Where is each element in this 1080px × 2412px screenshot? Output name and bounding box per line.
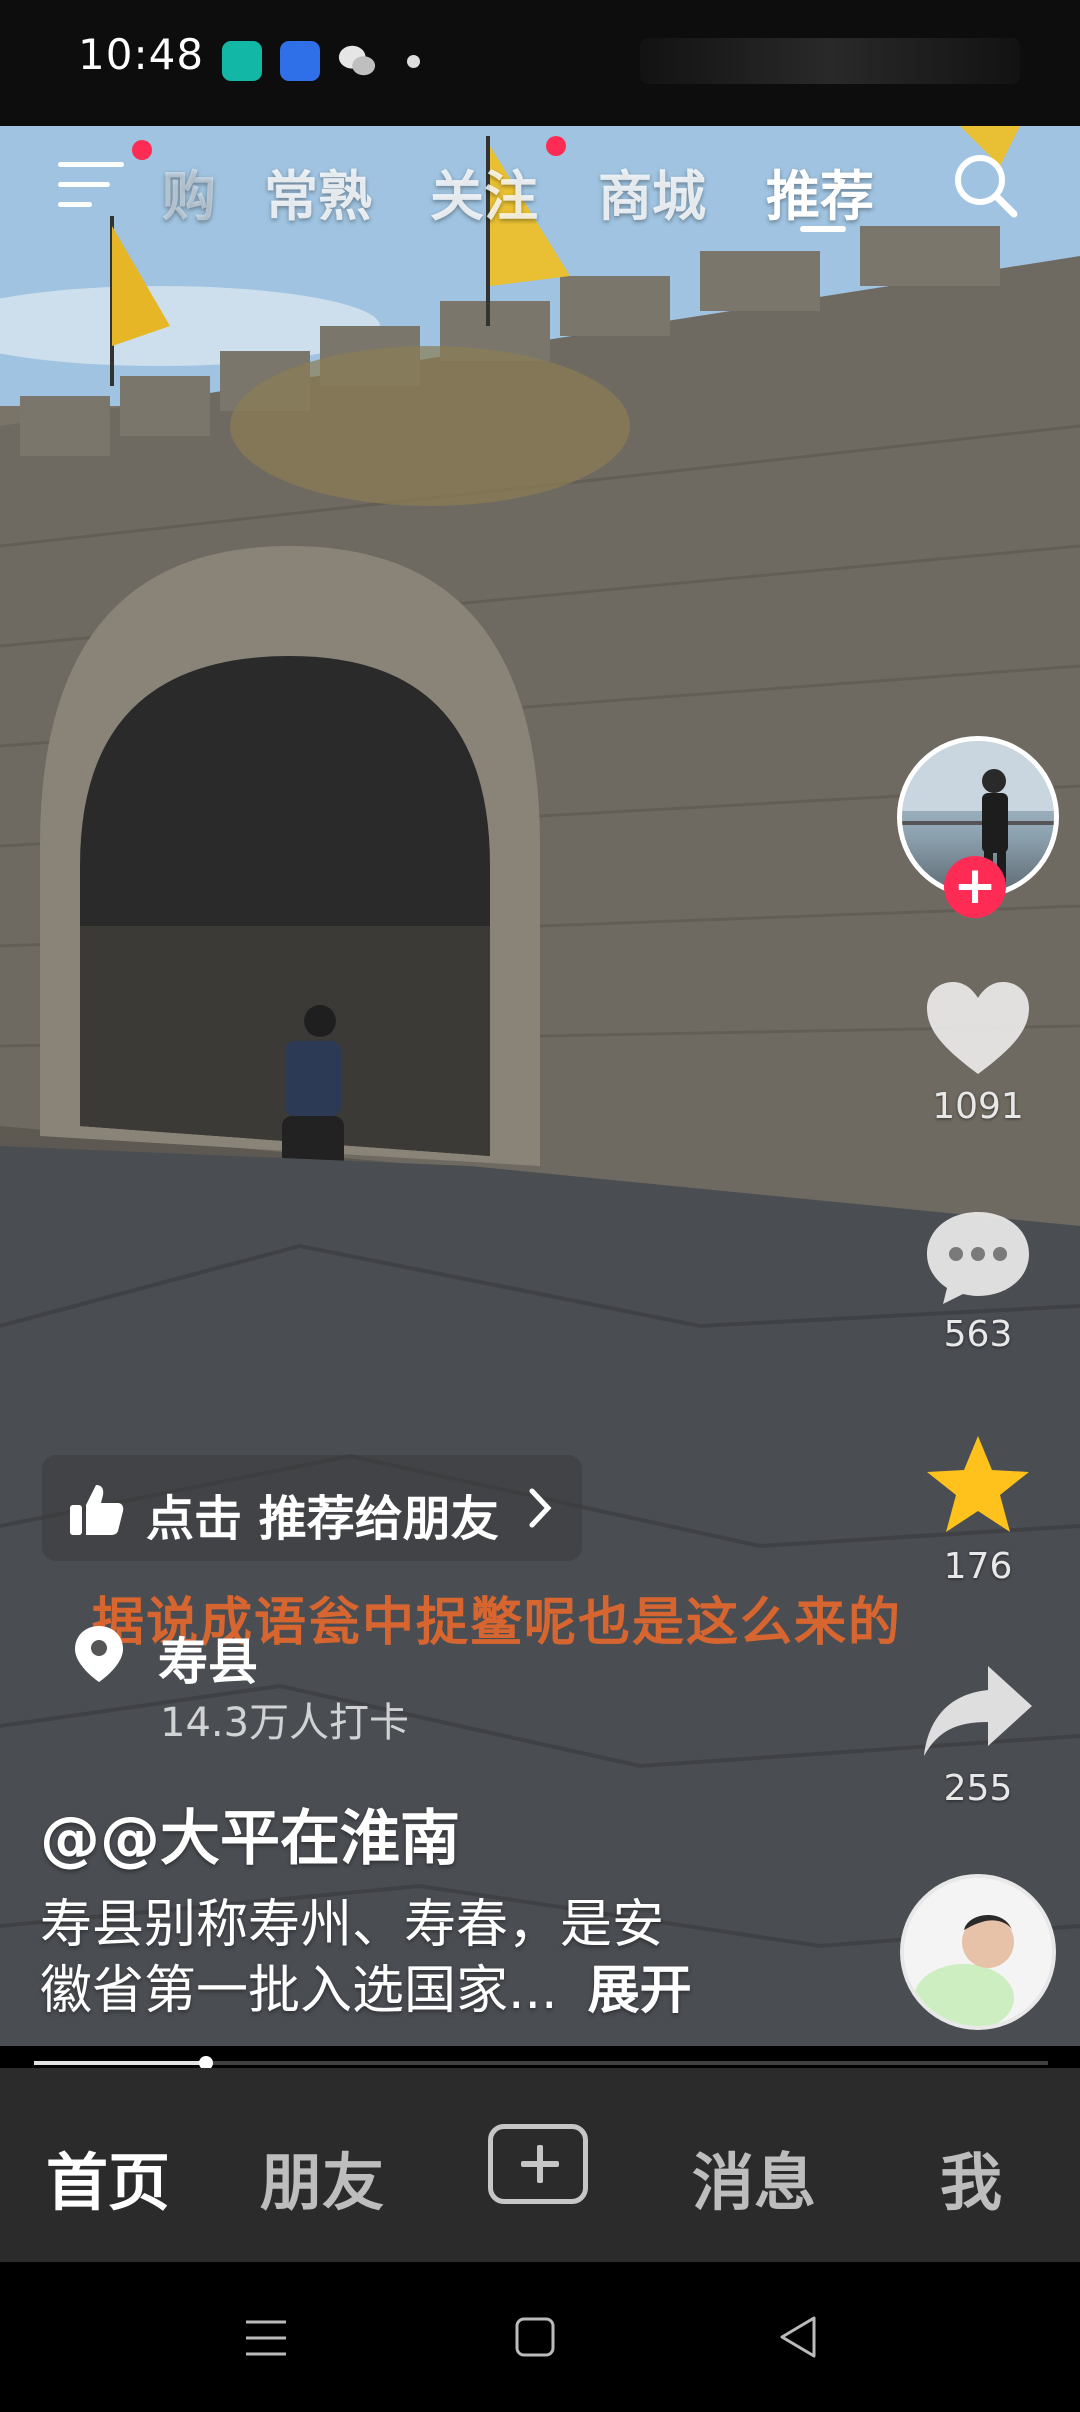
recommend-to-friend-button[interactable]: 点击 推荐给朋友	[42, 1455, 582, 1561]
music-disc[interactable]	[900, 1874, 1056, 2030]
favorite-count: 176	[943, 1546, 1013, 1587]
following-notification-dot	[546, 136, 566, 156]
blue-app-icon	[280, 41, 320, 81]
description-line-1: 寿县别称寿州、寿春，是安	[40, 1895, 665, 1955]
tab-following[interactable]: 关注	[430, 152, 538, 231]
star-icon	[927, 1436, 1029, 1532]
expand-button[interactable]: 展开	[588, 1961, 692, 2021]
tab-me[interactable]: 我	[940, 2132, 1002, 2222]
create-post-button[interactable]	[488, 2124, 588, 2204]
follow-button[interactable]: +	[944, 856, 1006, 918]
music-disc-avatar	[904, 1878, 1052, 2026]
location-pin-icon[interactable]	[72, 1624, 126, 1684]
status-icons-blurred	[640, 38, 1020, 84]
video-description: 寿县别称寿州、寿春，是安 徽省第一批入选国家... 展开	[40, 1892, 760, 2024]
tab-recommend[interactable]: 推荐	[766, 152, 874, 231]
tab-friends[interactable]: 朋友	[260, 2132, 384, 2222]
comment-count: 563	[943, 1314, 1013, 1355]
description-line-2: 徽省第一批入选国家... 展开	[40, 1958, 760, 2024]
search-icon[interactable]	[950, 150, 1020, 220]
author-name[interactable]: @@大平在淮南	[40, 1790, 460, 1877]
active-tab-indicator	[800, 226, 846, 232]
comment-button[interactable]: 563	[908, 1206, 1048, 1355]
share-count: 255	[943, 1768, 1013, 1809]
status-time: 10:48	[78, 30, 205, 79]
like-count: 1091	[932, 1086, 1024, 1127]
home-app-icon	[222, 41, 262, 81]
share-button[interactable]: 255	[908, 1660, 1048, 1809]
system-nav-bar	[0, 2262, 1080, 2412]
tab-home[interactable]: 首页	[46, 2132, 170, 2222]
top-nav: 购 常熟 关注 商城 推荐	[0, 126, 1080, 246]
tab-messages[interactable]: 消息	[692, 2132, 816, 2222]
tab-mall[interactable]: 商城	[598, 152, 706, 231]
location-checkins: 14.3万人打卡	[160, 1700, 410, 1746]
heart-icon	[927, 982, 1029, 1074]
notification-dot	[407, 55, 420, 68]
thumbs-up-icon	[70, 1485, 124, 1535]
recommend-label: 点击 推荐给朋友	[146, 1491, 499, 1547]
like-button[interactable]: 1091	[908, 978, 1048, 1127]
video-progress-bar[interactable]	[34, 2056, 1048, 2070]
menu-icon[interactable]	[58, 156, 128, 216]
chevron-right-icon	[529, 1488, 552, 1528]
bottom-tab-bar: 首页 朋友 消息 我	[0, 2068, 1080, 2262]
description-line-2-text: 徽省第一批入选国家...	[40, 1961, 558, 2021]
wechat-icon	[338, 45, 376, 76]
home-icon[interactable]	[514, 2316, 556, 2358]
location-name[interactable]: 寿县	[158, 1622, 258, 1694]
tab-changshu[interactable]: 常熟	[264, 152, 372, 231]
progress-fill	[34, 2061, 207, 2065]
menu-notification-dot	[132, 140, 152, 160]
status-bar: 10:48	[0, 0, 1080, 126]
share-icon	[924, 1666, 1032, 1756]
comment-icon	[927, 1212, 1029, 1304]
favorite-button[interactable]: 176	[908, 1432, 1048, 1587]
recent-apps-icon[interactable]	[244, 2316, 288, 2360]
back-icon[interactable]	[778, 2314, 818, 2360]
tab-shopping[interactable]: 购	[162, 152, 216, 231]
